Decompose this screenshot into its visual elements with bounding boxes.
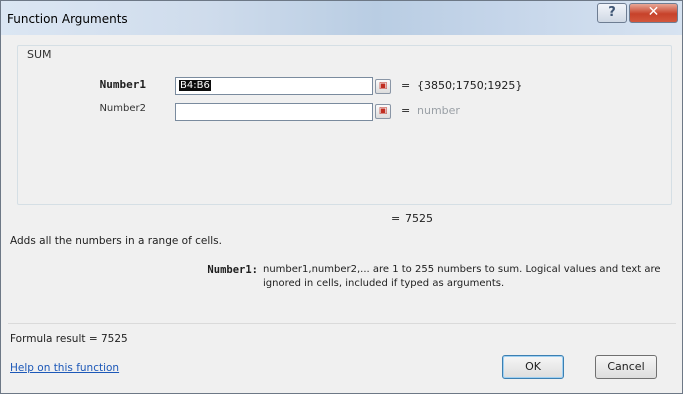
- function-description: Adds all the numbers in a range of cells…: [10, 235, 222, 247]
- formula-result-label: Formula result =: [10, 333, 98, 345]
- number1-result: {3850;1750;1925}: [417, 79, 523, 92]
- number2-equals: =: [401, 104, 411, 117]
- ok-button[interactable]: OK: [502, 355, 564, 379]
- dialog-title: Function Arguments: [7, 12, 128, 26]
- number2-input[interactable]: [175, 103, 373, 121]
- number1-equals: =: [401, 79, 411, 92]
- collapse-dialog-icon: ▣: [378, 81, 388, 91]
- argument-help-text: number1,number2,... are 1 to 255 numbers…: [263, 264, 661, 289]
- help-on-function-link[interactable]: Help on this function: [10, 362, 119, 374]
- dialog-body: SUM Number1 B4:B6 ▣ = {3850;1750;1925} N…: [8, 35, 676, 386]
- divider: [8, 323, 676, 324]
- argument-help-name: Number1:: [207, 264, 258, 276]
- total-value: 7525: [405, 212, 433, 225]
- formula-result-value: 7525: [100, 333, 128, 345]
- number1-input[interactable]: B4:B6: [175, 77, 373, 95]
- number1-label: Number1: [99, 78, 146, 91]
- help-icon: ?: [608, 5, 616, 20]
- function-name: SUM: [27, 48, 52, 61]
- formula-result: Formula result = 7525: [10, 333, 128, 345]
- number2-result: number: [417, 104, 460, 117]
- help-button[interactable]: ?: [597, 3, 627, 23]
- number1-collapse-button[interactable]: ▣: [375, 79, 391, 94]
- close-icon: ✕: [647, 4, 660, 20]
- number2-label: Number2: [99, 103, 146, 114]
- title-bar[interactable]: Function Arguments ? ✕: [1, 1, 682, 35]
- number2-collapse-button[interactable]: ▣: [375, 104, 391, 119]
- total-equals: =: [391, 212, 401, 225]
- number1-value: B4:B6: [179, 80, 211, 91]
- function-arguments-dialog: Function Arguments ? ✕ SUM Number1 B4:B6…: [0, 0, 683, 394]
- close-button[interactable]: ✕: [629, 3, 678, 23]
- cancel-button[interactable]: Cancel: [595, 355, 657, 379]
- collapse-dialog-icon: ▣: [378, 106, 388, 116]
- arguments-group: SUM Number1 B4:B6 ▣ = {3850;1750;1925} N…: [17, 45, 672, 205]
